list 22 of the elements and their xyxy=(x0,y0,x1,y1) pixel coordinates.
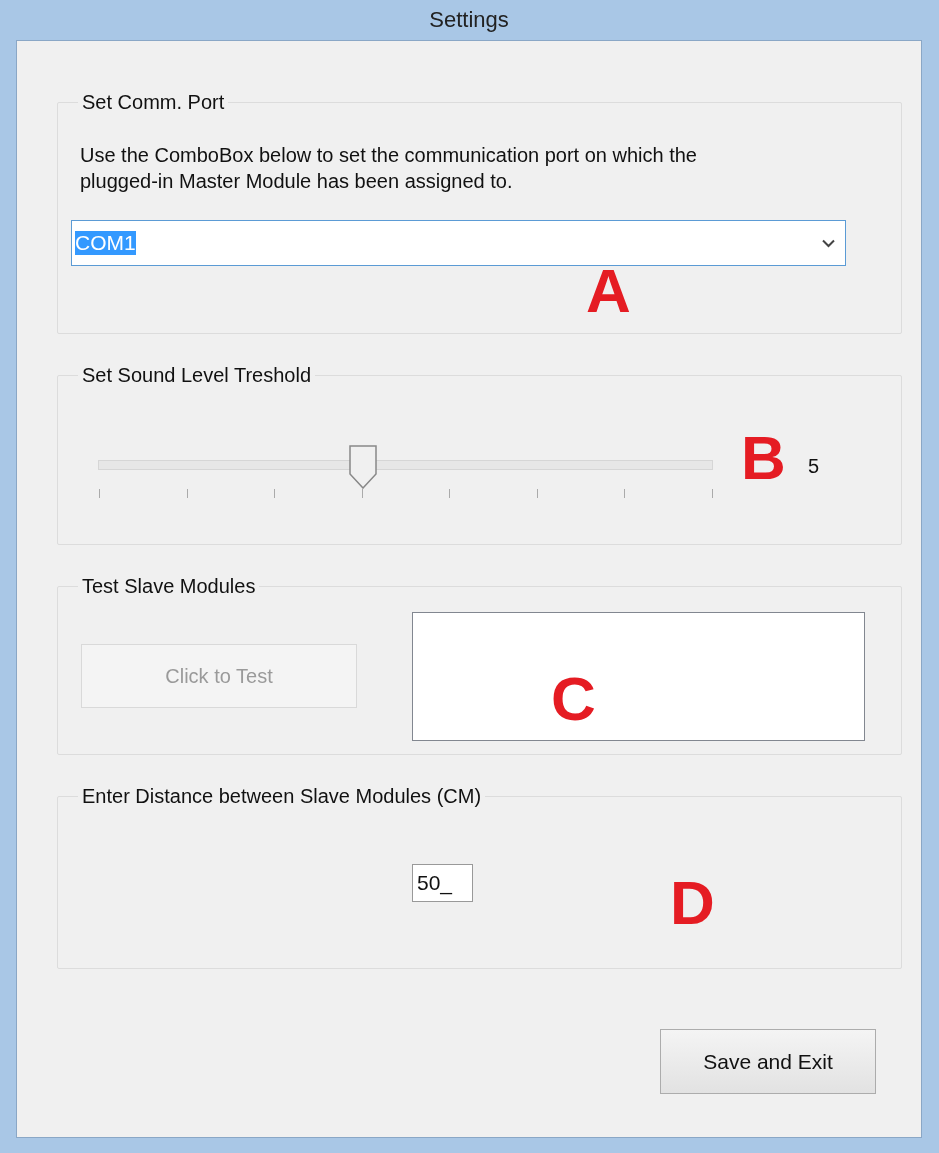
tick-mark xyxy=(712,489,713,498)
distance-input[interactable]: 50_ xyxy=(412,864,473,902)
annotation-letter: D xyxy=(670,872,715,934)
description-text: Use the ComboBox below to set the communication port on which the plugged-in Master Module has been assigned to. xyxy=(80,143,698,194)
slider-thumb[interactable] xyxy=(348,445,377,489)
window-title: Settings xyxy=(429,7,509,33)
annotation-letter: C xyxy=(551,668,596,730)
tick-mark xyxy=(186,489,188,498)
slider-value: 5 xyxy=(808,455,820,478)
save-exit-button[interactable]: Save and Exit xyxy=(660,1029,876,1094)
tick-mark xyxy=(624,489,626,498)
tick-mark xyxy=(99,489,100,498)
group-legend: Set Sound Level Treshold xyxy=(78,364,316,387)
tick-mark xyxy=(361,489,363,498)
group-legend: Enter Distance between Slave Modules (CM) xyxy=(78,785,486,808)
tick-mark xyxy=(449,489,451,498)
tick-mark xyxy=(274,489,276,498)
group-legend: Set Comm. Port xyxy=(78,91,229,114)
group-legend: Test Slave Modules xyxy=(78,575,260,598)
tick-mark xyxy=(536,489,538,498)
chevron-down-icon xyxy=(822,238,835,248)
annotation-letter: B xyxy=(741,427,786,489)
